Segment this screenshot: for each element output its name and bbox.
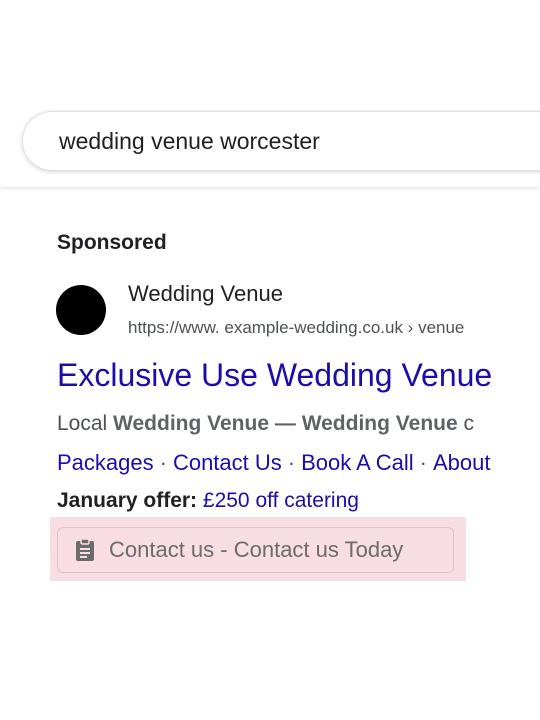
sitelink-about[interactable]: About	[433, 450, 491, 475]
sitelink-separator: ·	[287, 450, 296, 475]
description-suffix: c	[457, 412, 474, 435]
clipboard-icon	[74, 538, 96, 562]
ad-description: Local Wedding Venue — Wedding Venue c	[57, 412, 474, 436]
sitelink-separator: ·	[159, 450, 167, 475]
search-results: Sponsored Wedding Venue https://www. exa…	[0, 187, 540, 720]
sponsored-label: Sponsored	[57, 231, 167, 254]
lead-form-button[interactable]: Contact us - Contact us Today	[57, 527, 454, 573]
sitelinks: Packages · Contact Us · Book A Call · About	[57, 450, 490, 476]
display-url[interactable]: https://www. example-wedding.co.uk › ven…	[128, 318, 464, 338]
description-keyword: Wedding Venue	[301, 412, 458, 435]
sitelink-contact-us[interactable]: Contact Us	[173, 450, 282, 475]
advertiser-favicon-icon[interactable]	[56, 285, 106, 335]
sitelink-separator: ·	[419, 450, 427, 475]
lead-form-label: Contact us - Contact us Today	[109, 537, 404, 562]
ad-title-link[interactable]: Exclusive Use Wedding Venue	[57, 357, 492, 394]
description-keyword: Wedding Venue	[113, 412, 270, 435]
offer-link[interactable]: £250 off catering	[203, 489, 359, 512]
description-dash: —	[269, 412, 302, 435]
offer-label: January offer:	[57, 489, 198, 512]
search-input[interactable]: wedding venue worcester	[22, 111, 540, 171]
description-prefix: Local	[57, 412, 114, 435]
sitelink-packages[interactable]: Packages	[57, 450, 154, 475]
advertiser-name[interactable]: Wedding Venue	[128, 281, 283, 307]
search-query-text[interactable]: wedding venue worcester	[59, 128, 320, 155]
promotion-extension: January offer: £250 off catering	[57, 489, 359, 513]
search-header: wedding venue worcester	[0, 0, 540, 187]
sitelink-book-a-call[interactable]: Book A Call	[301, 450, 414, 475]
